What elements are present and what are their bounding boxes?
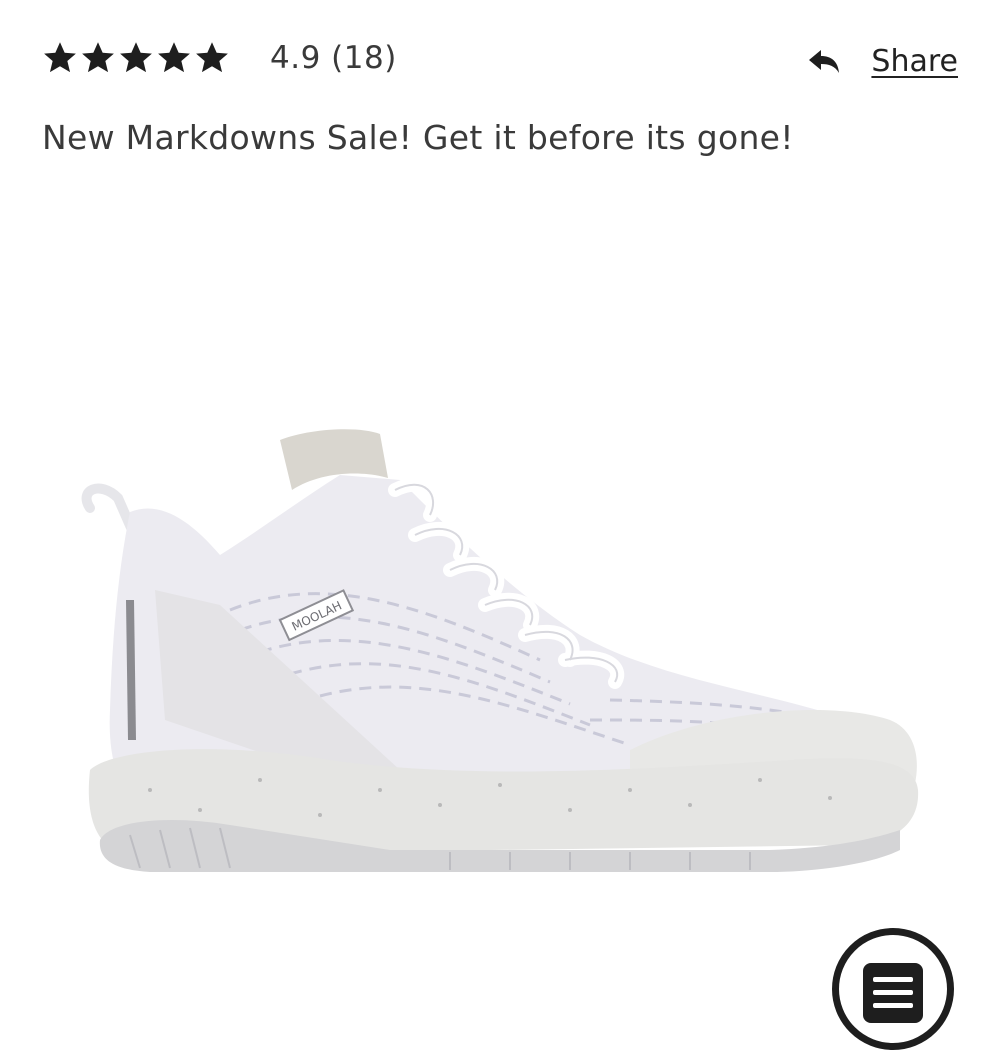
promo-message: New Markdowns Sale! Get it before its go…: [42, 118, 794, 157]
shoe-illustration: MOOLAH: [81, 429, 919, 872]
star-icon: [118, 40, 154, 76]
rating-summary[interactable]: 4.9 (18): [270, 40, 397, 76]
product-rating[interactable]: 4.9 (18): [42, 40, 397, 76]
share-button[interactable]: Share: [807, 44, 958, 79]
menu-button[interactable]: [832, 928, 954, 1050]
star-rating: [42, 40, 230, 76]
star-icon: [194, 40, 230, 76]
star-icon: [42, 40, 78, 76]
star-icon: [156, 40, 192, 76]
menu-icon: [863, 963, 923, 1023]
reply-arrow-icon: [807, 47, 841, 77]
product-image[interactable]: MOOLAH: [70, 420, 940, 890]
star-icon: [80, 40, 116, 76]
share-label[interactable]: Share: [871, 44, 958, 79]
